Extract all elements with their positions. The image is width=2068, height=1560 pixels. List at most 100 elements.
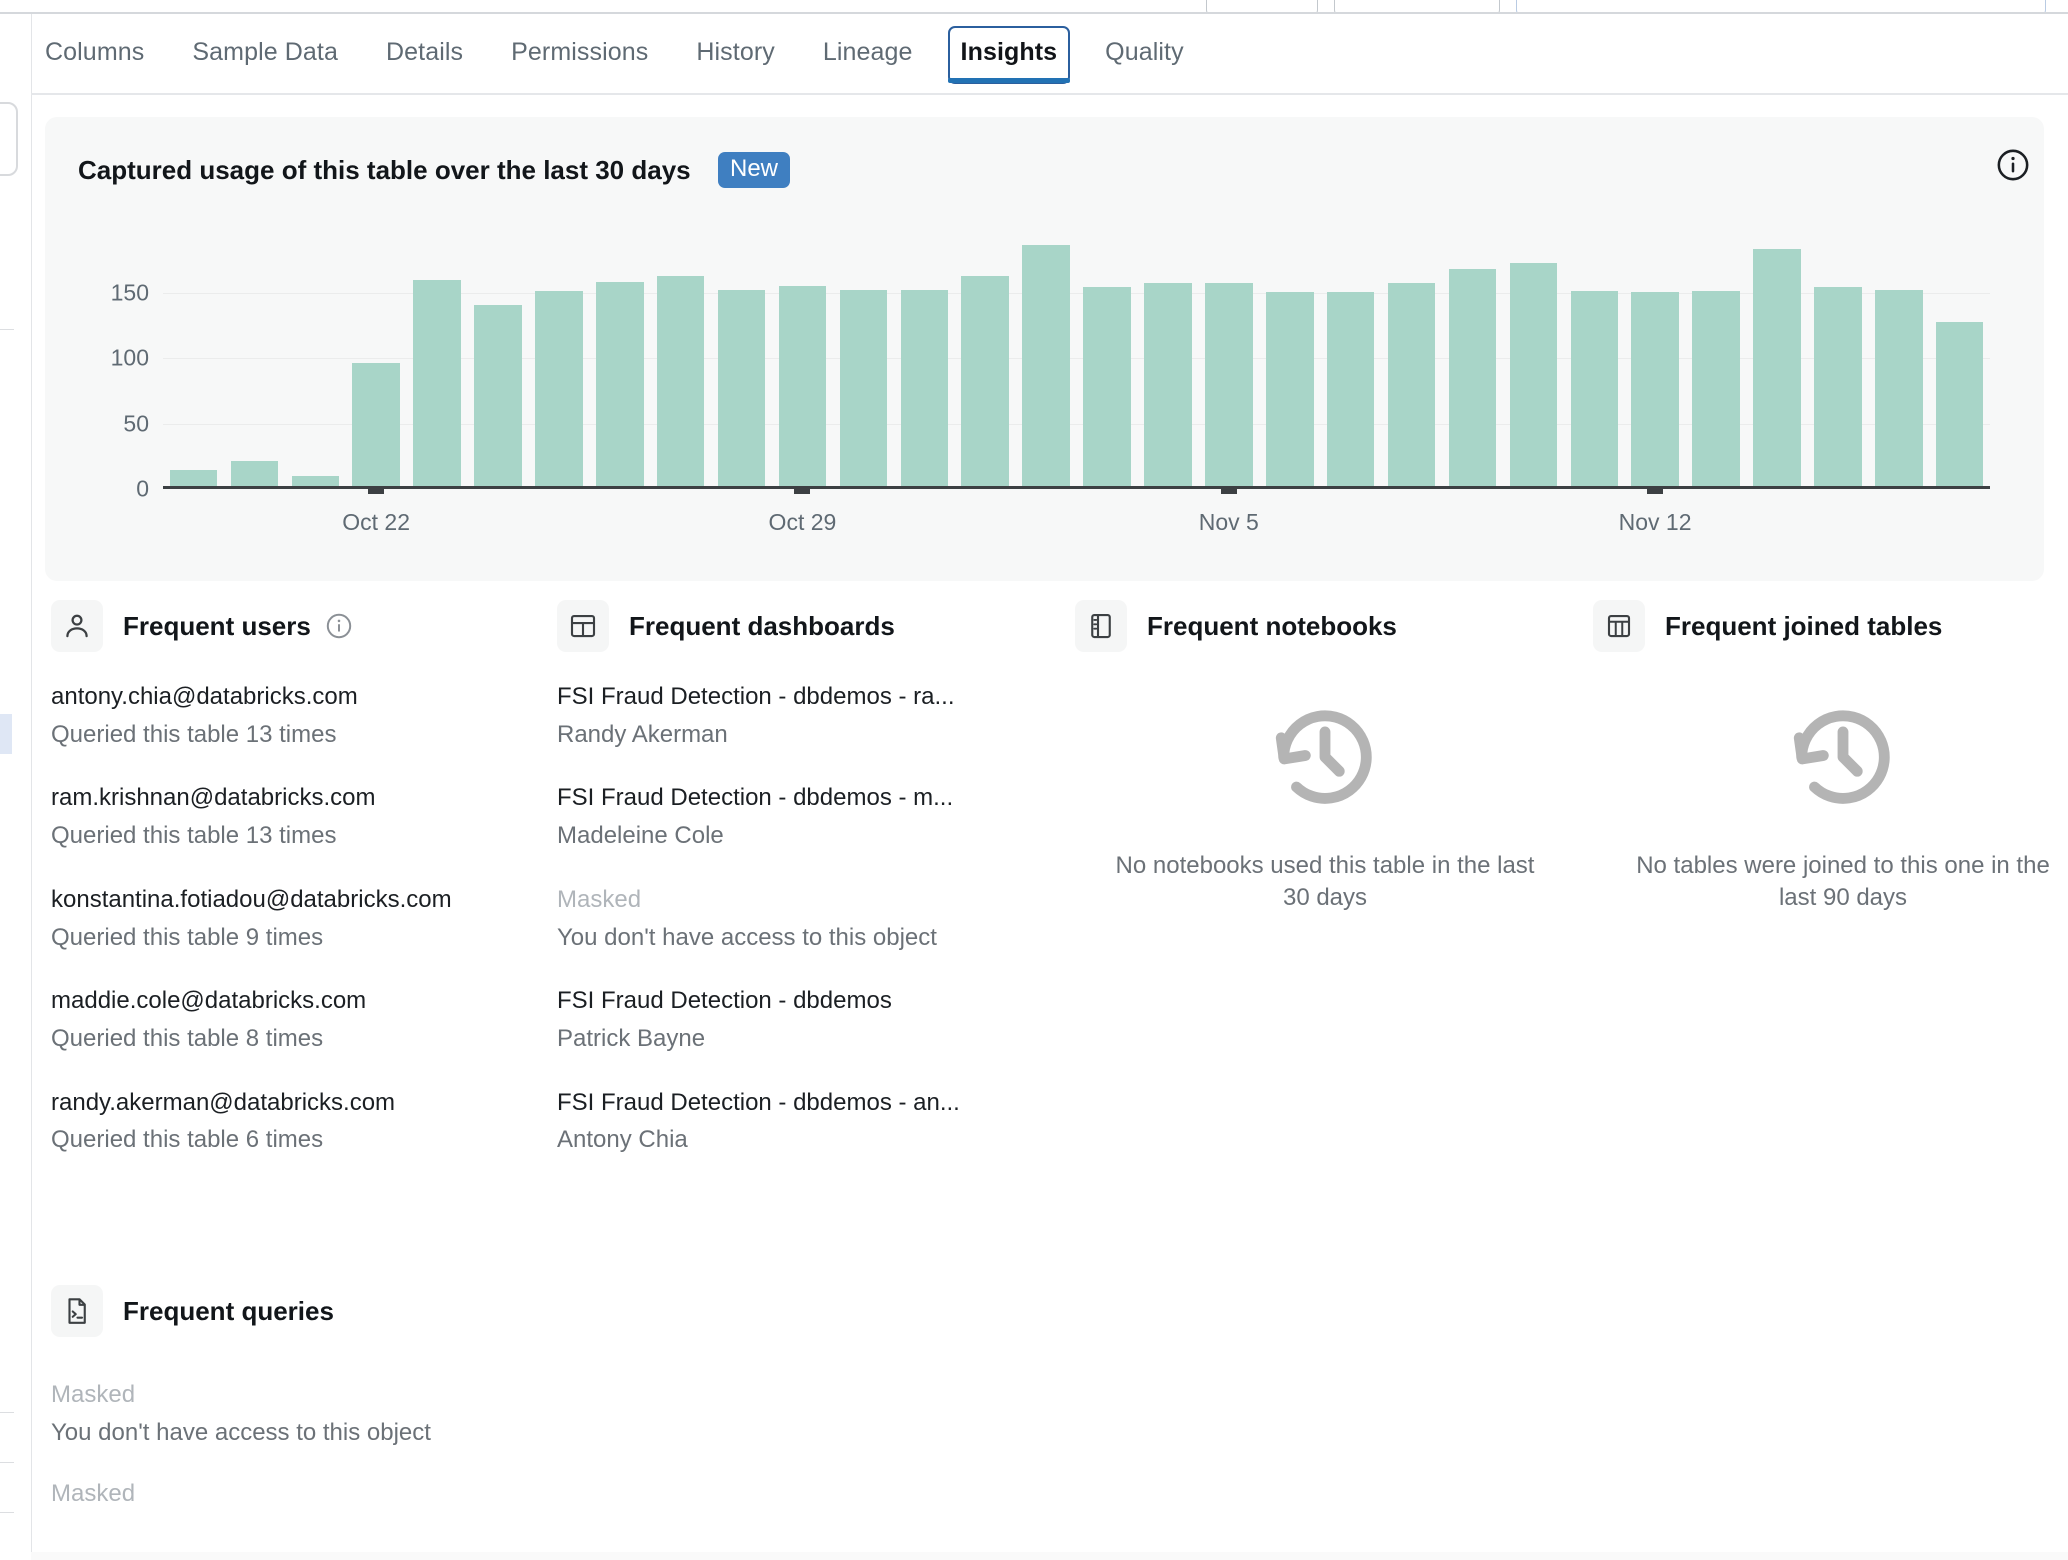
tab-quality[interactable]: Quality	[1105, 14, 1184, 67]
tab-lineage[interactable]: Lineage	[823, 14, 913, 67]
tab-sample-data[interactable]: Sample Data	[192, 14, 338, 67]
frequent-joined-tables-header: Frequent joined tables	[1593, 600, 2068, 652]
chart-bar-slot[interactable]	[1564, 227, 1625, 486]
chart-bar-slot[interactable]	[955, 227, 1016, 486]
chart-x-tick-label: Oct 22	[342, 509, 411, 535]
rail-tick	[0, 329, 14, 330]
frequent-dashboards-list: FSI Fraud Detection - dbdemos - ra... Ran…	[557, 682, 1057, 1156]
chart-bar-slot[interactable]	[468, 227, 529, 486]
chart-bar[interactable]	[839, 289, 888, 486]
chart-bar[interactable]	[1326, 292, 1375, 486]
tab-insights[interactable]: Insights	[947, 14, 1071, 84]
chart-bar[interactable]	[474, 305, 522, 486]
tab-details[interactable]: Details	[386, 14, 463, 67]
chart-bar[interactable]	[230, 461, 279, 486]
chart-bar[interactable]	[1692, 290, 1740, 486]
chart-bar[interactable]	[352, 362, 400, 486]
chart-bar[interactable]	[1387, 282, 1436, 486]
chart-bar-slot[interactable]	[1442, 227, 1503, 486]
frequent-queries-title: Frequent queries	[123, 1295, 334, 1326]
chart-bar-slot[interactable]	[285, 227, 346, 486]
list-item[interactable]: Masked You don't have access to this obje…	[557, 885, 1057, 953]
chart-bar-slot[interactable]	[224, 227, 285, 486]
chart-bar-slot[interactable]	[1259, 227, 1320, 486]
tab-permissions[interactable]: Permissions	[511, 14, 648, 67]
rail-divider	[31, 14, 32, 1560]
chart-bar[interactable]	[169, 470, 218, 486]
bottom-edge	[31, 1552, 2068, 1560]
list-item-primary: randy.akerman@databricks.com	[51, 1088, 396, 1116]
chart-bar-slot[interactable]	[650, 227, 711, 486]
chart-bar[interactable]	[1448, 268, 1497, 486]
chart-bar[interactable]	[900, 289, 949, 486]
chart-bar-slot[interactable]	[1625, 227, 1686, 486]
chart-bar-slot[interactable]	[711, 227, 772, 486]
chart-bar-slot[interactable]	[407, 227, 468, 486]
info-circle-icon[interactable]	[325, 612, 353, 640]
frequent-notebooks-header: Frequent notebooks	[1075, 600, 1575, 652]
list-item[interactable]: antony.chia@databricks.com Queried this t…	[51, 682, 551, 750]
chart-bar-slot[interactable]	[1503, 227, 1564, 486]
chart-bar-slot[interactable]	[1077, 227, 1138, 486]
list-item[interactable]: konstantina.fotiadou@databricks.com Queri…	[51, 885, 551, 953]
chart-bar-slot[interactable]	[528, 227, 589, 486]
chart-bar[interactable]	[1814, 286, 1862, 486]
chart-bar-slot[interactable]	[1686, 227, 1747, 486]
usage-bar-chart: 0 50 100 150 Oct 22 Oct 29 Nov 5 Nov 12	[78, 227, 2018, 547]
chart-bar[interactable]	[1266, 292, 1314, 486]
rail-selected-indicator	[0, 714, 12, 754]
frequent-users-card: Frequent users antony.chia@databricks.com…	[51, 600, 551, 1189]
chart-bar-slot[interactable]	[1747, 227, 1808, 486]
chart-bar-slot[interactable]	[1929, 227, 1990, 486]
chart-bar-slot[interactable]	[1138, 227, 1199, 486]
list-item-primary: antony.chia@databricks.com	[51, 683, 358, 710]
chart-bar[interactable]	[1022, 244, 1070, 486]
list-item[interactable]: FSI Fraud Detection - dbdemos - ra... Ran…	[557, 682, 1057, 750]
chart-bar-slot[interactable]	[1320, 227, 1381, 486]
chart-plot-area: 0 50 100 150 Oct 22 Oct 29 Nov 5 Nov 12	[111, 227, 1990, 535]
chart-bar-slot[interactable]	[1381, 227, 1442, 486]
chart-bar[interactable]	[717, 289, 766, 486]
tab-columns[interactable]: Columns	[45, 14, 144, 67]
list-item[interactable]: FSI Fraud Detection - dbdemos - m... Made…	[557, 783, 1057, 851]
chart-bar[interactable]	[1083, 286, 1131, 486]
rail-chip[interactable]	[0, 102, 18, 176]
chart-bar[interactable]	[778, 285, 827, 486]
query-list-item[interactable]: Masked	[51, 1478, 1051, 1509]
chart-bar-slot[interactable]	[894, 227, 955, 486]
chart-y-tick-label: 50	[123, 410, 149, 436]
list-item[interactable]: ram.krishnan@databricks.com Queried this …	[51, 783, 551, 851]
frequent-notebooks-card: Frequent notebooks No notebooks used this…	[1075, 600, 1575, 913]
chart-bar-slot[interactable]	[772, 227, 833, 486]
list-item[interactable]: FSI Fraud Detection - dbdemos - an... Ant…	[557, 1088, 1057, 1156]
chart-bar[interactable]	[1753, 248, 1801, 486]
chart-bar-slot[interactable]	[1807, 227, 1868, 486]
chart-bar[interactable]	[413, 280, 461, 486]
query-list-item[interactable]: Masked You don't have access to this obje…	[51, 1379, 1051, 1448]
chart-bar[interactable]	[535, 290, 583, 486]
chart-bar[interactable]	[1570, 290, 1619, 486]
chart-bar-slot[interactable]	[833, 227, 894, 486]
list-item[interactable]: maddie.cole@databricks.com Queried this t…	[51, 986, 551, 1054]
list-item[interactable]: FSI Fraud Detection - dbdemos Patrick Bay…	[557, 986, 1057, 1054]
chart-bar[interactable]	[1875, 289, 1923, 486]
chart-bar[interactable]	[1631, 292, 1679, 486]
chart-bar[interactable]	[291, 475, 340, 486]
chart-bar-slot[interactable]	[1868, 227, 1929, 486]
chart-bar-slot[interactable]	[1198, 227, 1259, 486]
chart-bar-slot[interactable]	[589, 227, 650, 486]
chart-bar[interactable]	[1144, 282, 1192, 486]
chart-bar[interactable]	[1509, 263, 1558, 486]
chart-bar[interactable]	[961, 276, 1009, 486]
chart-bar-slot[interactable]	[163, 227, 224, 486]
tab-history[interactable]: History	[696, 14, 774, 67]
chart-bar[interactable]	[656, 276, 705, 486]
info-circle-icon[interactable]	[1996, 148, 2030, 182]
chart-x-axis-line	[163, 486, 1990, 489]
chart-bar-slot[interactable]	[1016, 227, 1077, 486]
chart-bar[interactable]	[1935, 322, 1984, 486]
chart-bar[interactable]	[1205, 282, 1253, 486]
chart-bar[interactable]	[596, 281, 644, 486]
chart-bar-slot[interactable]	[346, 227, 407, 486]
list-item[interactable]: randy.akerman@databricks.com Queried this…	[51, 1088, 551, 1156]
